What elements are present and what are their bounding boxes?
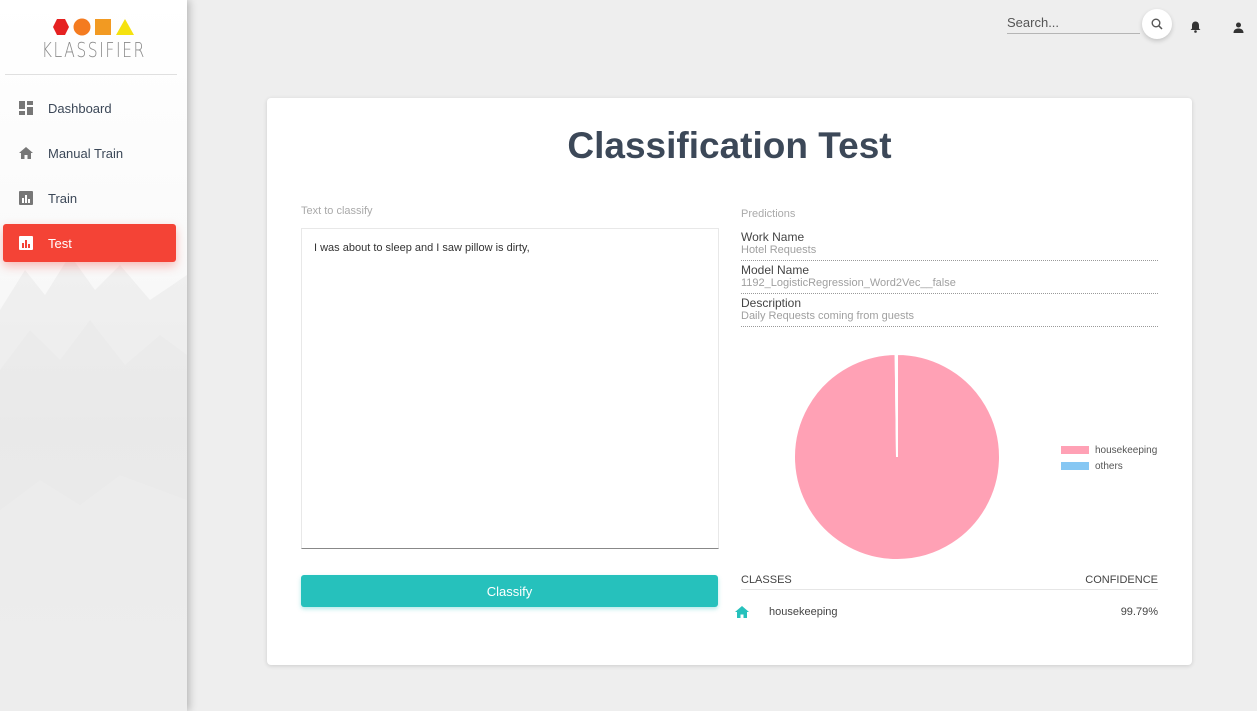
notifications-button[interactable] [1190,20,1201,38]
sidebar-item-train[interactable]: Train [3,179,176,217]
logo-text: KLASSIFIER [41,38,146,62]
sidebar-nav: Dashboard Manual Train Train Test [0,89,187,262]
field-value: 1192_LogisticRegression_Word2Vec__false [741,277,956,289]
search-field [1007,12,1140,34]
user-profile-button[interactable] [1233,20,1244,38]
legend-label: housekeeping [1095,444,1158,456]
legend-label: others [1095,460,1123,472]
legend-swatch [1061,446,1089,454]
classes-column-header: CLASSES [741,574,792,586]
bell-icon [1190,21,1201,33]
search-icon [1151,18,1163,30]
sidebar-item-manual-train[interactable]: Manual Train [3,134,176,172]
classification-card: Classification Test Text to classify I w… [267,98,1192,665]
class-name: housekeeping [769,606,838,618]
pie-slice-others[interactable] [894,352,898,458]
sidebar-item-test[interactable]: Test [3,224,176,262]
table-row: housekeeping 99.79% [733,603,1158,621]
sidebar-item-dashboard[interactable]: Dashboard [3,89,176,127]
chart-legend: housekeeping others [1061,442,1157,474]
person-icon [1233,22,1244,33]
model-name-field: Model Name 1192_LogisticRegression_Word2… [741,264,1158,294]
field-value: Hotel Requests [741,244,817,256]
logo-shapes [52,18,135,36]
predictions-label: Predictions [741,208,796,220]
divider [5,74,177,75]
search-input[interactable] [1007,12,1140,32]
legend-item-housekeeping[interactable]: housekeeping [1061,442,1157,458]
sidebar-item-label: Manual Train [48,145,124,161]
confidence-column-header: CONFIDENCE [1085,574,1158,586]
description-field: Description Daily Requests coming from g… [741,297,1158,327]
app-logo[interactable]: KLASSIFIER [0,0,187,75]
mountain-background-image [0,255,187,711]
home-icon [733,606,751,618]
input-text: I was about to sleep and I saw pillow is… [314,242,530,254]
work-name-field: Work Name Hotel Requests [741,231,1158,261]
bar-chart-icon [19,191,33,205]
text-to-classify-input[interactable]: I was about to sleep and I saw pillow is… [301,228,719,549]
dashboard-icon [19,101,33,115]
classify-button[interactable]: Classify [301,575,718,607]
field-name: Model Name [741,263,810,277]
results-table-header: CLASSES CONFIDENCE [741,574,1158,590]
search-button[interactable] [1142,9,1172,39]
class-confidence: 99.79% [1120,606,1158,618]
sidebar-item-label: Test [48,235,72,251]
field-name: Description [741,296,802,310]
predictions-pie-chart [793,352,1001,561]
legend-item-others[interactable]: others [1061,458,1157,474]
home-icon [19,146,33,160]
field-value: Daily Requests coming from guests [741,310,915,322]
field-name: Work Name [741,230,805,244]
sidebar-item-label: Train [48,190,78,206]
legend-swatch [1061,462,1089,470]
bar-chart-icon [19,236,33,250]
page-title: Classification Test [567,125,892,166]
topbar [187,0,1257,50]
sidebar-item-label: Dashboard [48,100,112,116]
text-to-classify-label: Text to classify [301,205,373,217]
sidebar: KLASSIFIER Dashboard Manual Train Train [0,0,187,711]
